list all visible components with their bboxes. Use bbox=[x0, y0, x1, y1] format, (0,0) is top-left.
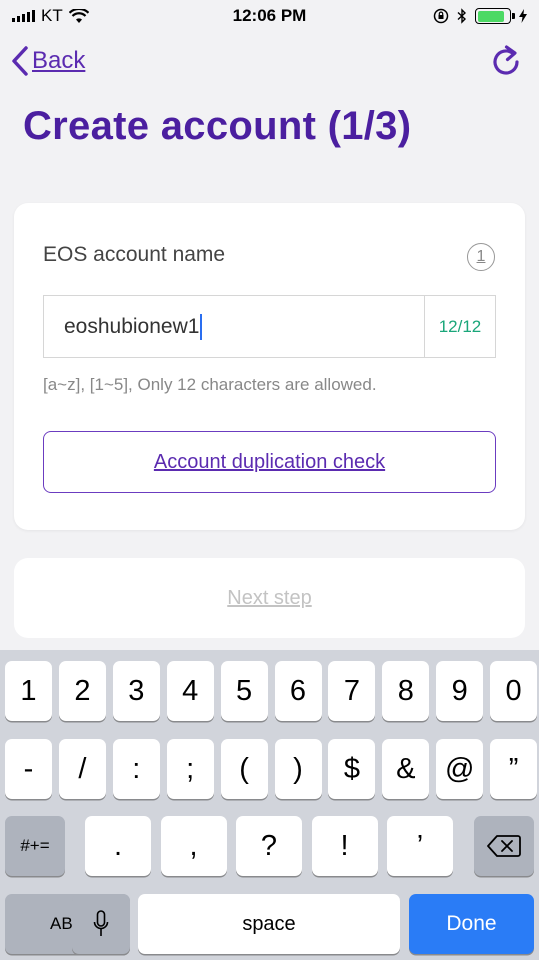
carrier-label: KT bbox=[41, 6, 63, 25]
digit-key-3[interactable]: 4 bbox=[166, 661, 214, 721]
back-label: Back bbox=[32, 47, 86, 74]
refresh-button[interactable] bbox=[491, 44, 521, 83]
symbol-key-6[interactable]: $ bbox=[328, 739, 376, 799]
symbol-key-3[interactable]: ; bbox=[166, 739, 214, 799]
digit-key-6[interactable]: 7 bbox=[328, 661, 376, 721]
character-counter: 12/12 bbox=[424, 296, 495, 357]
symbol-key-8[interactable]: @ bbox=[436, 739, 484, 799]
symbol-key-1[interactable]: / bbox=[58, 739, 106, 799]
charging-bolt-icon bbox=[519, 9, 527, 23]
microphone-key[interactable] bbox=[72, 894, 130, 954]
account-name-input-box[interactable]: eoshubionew1 12/12 bbox=[43, 295, 496, 358]
digit-key-7[interactable]: 8 bbox=[382, 661, 430, 721]
chevron-left-icon bbox=[12, 46, 28, 76]
space-key[interactable]: space bbox=[138, 894, 400, 954]
account-name-value: eoshubionew1 bbox=[64, 314, 200, 338]
status-bar: KT 12:06 PM bbox=[0, 0, 539, 32]
symbol-key-5[interactable]: ) bbox=[274, 739, 322, 799]
backspace-icon bbox=[487, 835, 521, 857]
bluetooth-icon bbox=[457, 8, 467, 24]
battery-fill bbox=[477, 10, 504, 22]
symbol-key-7[interactable]: & bbox=[382, 739, 430, 799]
punctuation-key-2[interactable]: ? bbox=[236, 816, 302, 876]
digit-key-5[interactable]: 6 bbox=[274, 661, 322, 721]
digit-key-2[interactable]: 3 bbox=[112, 661, 160, 721]
back-button[interactable]: Back bbox=[12, 46, 85, 76]
nav-bar: Back bbox=[0, 40, 539, 84]
keyboard: 1234567890 - /:;() $ & @” #+= .,?!’ ABC spac… bbox=[0, 650, 539, 960]
input-hint: [a~z], [1~5], Only 12 characters are all… bbox=[43, 375, 377, 394]
status-right bbox=[433, 8, 527, 24]
status-left: KT bbox=[12, 6, 89, 26]
done-key[interactable]: Done bbox=[409, 894, 534, 954]
account-name-label: EOS account name bbox=[43, 243, 226, 266]
signal-icon bbox=[12, 10, 35, 22]
battery-icon bbox=[475, 8, 515, 24]
symbol-key-9[interactable]: ” bbox=[490, 739, 538, 799]
refresh-icon bbox=[493, 45, 519, 75]
account-name-input[interactable]: eoshubionew1 bbox=[44, 296, 424, 357]
symbols-toggle-key[interactable]: #+= bbox=[5, 816, 65, 876]
digit-key-8[interactable]: 9 bbox=[436, 661, 484, 721]
digit-key-1[interactable]: 2 bbox=[58, 661, 106, 721]
next-step-button[interactable]: Next step bbox=[14, 558, 525, 638]
duplication-check-button[interactable]: Account duplication check bbox=[43, 431, 496, 493]
punctuation-key-1[interactable]: , bbox=[160, 816, 227, 876]
digit-key-0[interactable]: 1 bbox=[5, 661, 52, 721]
account-name-card: EOS account name 1 eoshubionew1 12/12 [a… bbox=[14, 203, 525, 530]
punctuation-key-4[interactable]: ’ bbox=[387, 816, 453, 876]
page-title: Create account (1/3) bbox=[23, 104, 412, 148]
step-badge: 1 bbox=[467, 243, 495, 271]
microphone-icon bbox=[93, 910, 109, 936]
delete-key[interactable] bbox=[474, 816, 534, 876]
text-caret bbox=[200, 313, 203, 340]
digit-key-4[interactable]: 5 bbox=[220, 661, 268, 721]
symbol-key-2[interactable]: : bbox=[112, 739, 160, 799]
symbol-key-0[interactable]: - bbox=[5, 739, 52, 799]
punctuation-key-3[interactable]: ! bbox=[311, 816, 378, 876]
punctuation-key-0[interactable]: . bbox=[85, 816, 151, 876]
digit-key-9[interactable]: 0 bbox=[490, 661, 538, 721]
symbol-key-4[interactable]: ( bbox=[220, 739, 268, 799]
rotation-lock-icon bbox=[433, 8, 449, 24]
wifi-icon bbox=[68, 8, 89, 23]
